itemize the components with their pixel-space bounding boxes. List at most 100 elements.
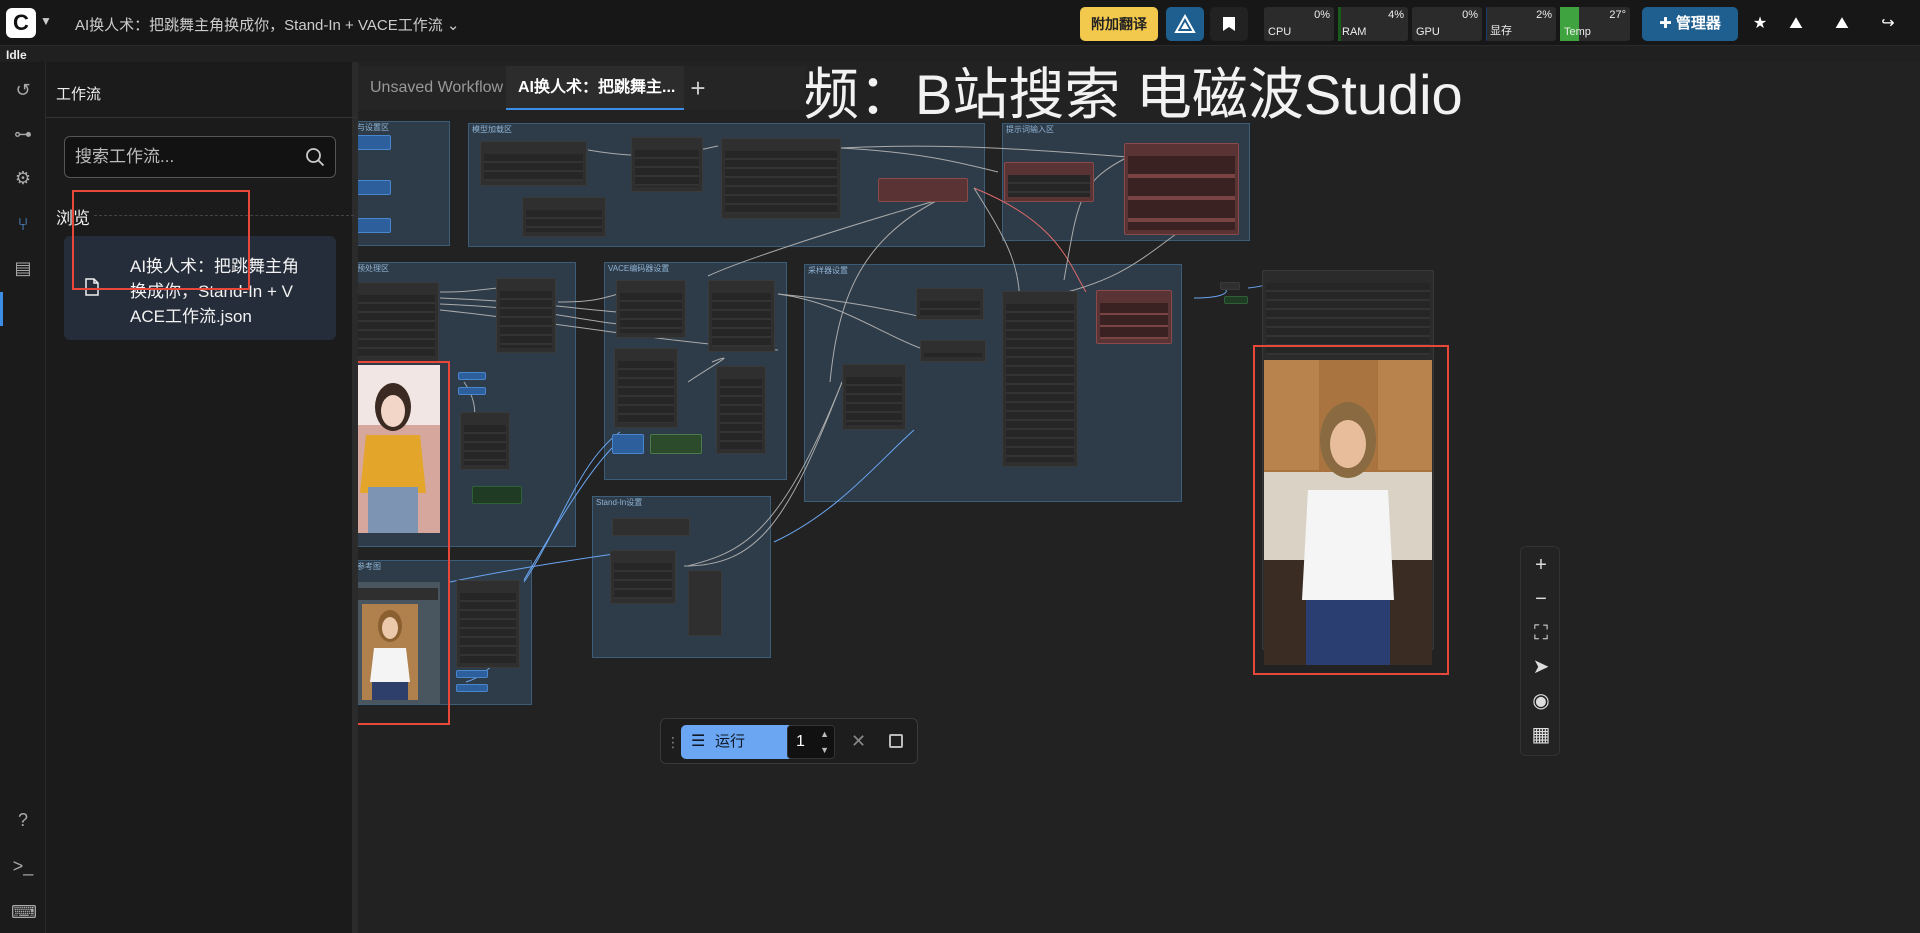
- ram-meter: RAM 4%: [1338, 7, 1408, 41]
- dance-video-preview-image: [358, 365, 440, 533]
- bookmark-icon: [1223, 17, 1235, 31]
- decrement-icon[interactable]: ▼: [820, 745, 829, 755]
- cpu-meter: CPU 0%: [1264, 7, 1334, 41]
- node-model-loader[interactable]: [631, 137, 703, 192]
- star-icon[interactable]: ★: [1744, 7, 1776, 41]
- zoom-out-icon[interactable]: −: [1521, 581, 1561, 617]
- workflow-item-label: AI换人术：把跳舞主角换成你，Stand-In + VACE工作流.json: [130, 257, 300, 326]
- node-int[interactable]: [458, 372, 486, 380]
- workflow-list-item[interactable]: AI换人术：把跳舞主角换成你，Stand-In + VACE工作流.json: [64, 236, 336, 340]
- node-sampler-input[interactable]: [916, 288, 984, 320]
- node-library-icon[interactable]: ⚙: [11, 166, 35, 190]
- drag-handle-icon[interactable]: ⋮⋮: [666, 732, 694, 752]
- active-tab-indicator: [0, 292, 3, 326]
- workflows-icon[interactable]: ⑂: [11, 212, 35, 236]
- node-model-loader-muted[interactable]: [878, 178, 968, 202]
- node-vae-decode-muted[interactable]: [1096, 290, 1172, 344]
- gpu-meter: GPU 0%: [1412, 7, 1482, 41]
- node-video-process[interactable]: [496, 278, 556, 353]
- zoom-in-icon[interactable]: +: [1521, 547, 1561, 583]
- node-vace-encode[interactable]: [616, 280, 686, 338]
- node-standin[interactable]: [688, 570, 722, 636]
- node-vace-encode[interactable]: [614, 348, 678, 428]
- node-int[interactable]: [612, 434, 644, 454]
- increment-icon[interactable]: ▲: [820, 729, 829, 739]
- minimap-icon[interactable]: ▦: [1521, 717, 1561, 753]
- comfyui-logo-icon[interactable]: C: [6, 8, 36, 38]
- node-preview[interactable]: [472, 486, 522, 504]
- logo-menu-chevron-icon[interactable]: ▼: [40, 14, 52, 28]
- node-reroute[interactable]: [1220, 282, 1240, 290]
- node-ksampler[interactable]: [1002, 291, 1078, 467]
- run-queue-icon: ☰: [691, 733, 706, 750]
- reference-portrait-image: [358, 582, 440, 704]
- manager-button[interactable]: ✚ 管理器: [1642, 7, 1738, 41]
- node-sampler-input[interactable]: [842, 364, 906, 430]
- top-bar: C ▼ AI换人术：把跳舞主角换成你，Stand-In + VACE工作流 ⌄ …: [0, 0, 1920, 46]
- node-load-settings[interactable]: [358, 135, 391, 150]
- node-pose-preprocess[interactable]: [460, 412, 510, 470]
- queue-status: Idle: [6, 48, 27, 62]
- node-vace-encode[interactable]: [716, 366, 766, 454]
- sidebar-title: 工作流: [56, 86, 102, 103]
- toggle-links-icon[interactable]: ◉: [1521, 683, 1561, 719]
- temp-meter: Temp 27°: [1560, 7, 1630, 41]
- workflow-search[interactable]: [64, 136, 336, 178]
- mountain-alt-icon[interactable]: ⛰: [1826, 7, 1858, 41]
- node-preview[interactable]: [650, 434, 702, 454]
- divider: [46, 117, 358, 118]
- keyboard-icon[interactable]: ⌨: [11, 900, 37, 924]
- node-prompt-text[interactable]: [1004, 162, 1094, 202]
- queue-icon[interactable]: ⊶: [11, 122, 35, 146]
- left-icon-rail: ↺ ⊶ ⚙ ⑂ ▤ ? >_ ⌨: [0, 62, 46, 933]
- bookmark-button[interactable]: [1210, 7, 1248, 41]
- node-reroute[interactable]: [1224, 296, 1248, 304]
- node-model-loader[interactable]: [522, 197, 606, 237]
- share-icon[interactable]: ↪: [1872, 7, 1904, 41]
- tab-current-workflow[interactable]: AI换人术：把跳舞主...: [506, 66, 684, 110]
- tab-unsaved-workflow[interactable]: Unsaved Workflow: [358, 66, 506, 110]
- file-icon: [85, 278, 99, 296]
- node-ref-image-process[interactable]: [456, 580, 520, 668]
- search-input[interactable]: [75, 145, 295, 169]
- workflow-tabs: Unsaved Workflow AI换人术：把跳舞主... +: [358, 66, 806, 110]
- history-icon[interactable]: ↺: [11, 78, 35, 102]
- node-int[interactable]: [456, 670, 488, 678]
- node-load-settings[interactable]: [358, 180, 391, 195]
- reference-woman-photo: [358, 582, 440, 704]
- mountain-icon: [1174, 13, 1196, 33]
- output-woman-photo: [1264, 360, 1432, 665]
- divider: [94, 215, 354, 216]
- node-standin[interactable]: [612, 518, 690, 536]
- node-video-load[interactable]: [358, 282, 439, 362]
- cancel-run-icon[interactable]: ✕: [851, 731, 866, 752]
- translate-button[interactable]: 附加翻译: [1080, 7, 1158, 41]
- node-sampler-input[interactable]: [920, 340, 986, 362]
- browse-section-label: 浏览: [56, 209, 90, 228]
- node-prompt-text[interactable]: [1124, 143, 1239, 235]
- node-int[interactable]: [456, 684, 488, 692]
- dancer-photo: [358, 365, 440, 533]
- node-int[interactable]: [458, 387, 486, 395]
- node-model-loader[interactable]: [480, 141, 587, 186]
- mountain-icon[interactable]: ⛰: [1780, 7, 1812, 41]
- workflow-title[interactable]: AI换人术：把跳舞主角换成你，Stand-In + VACE工作流 ⌄: [75, 14, 459, 35]
- puzzle-icon: ✚: [1659, 15, 1672, 32]
- node-standin[interactable]: [610, 550, 676, 604]
- run-toolbar: ⋮⋮ ☰ 运行 ⌄ 1 ▲ ▼ ✕: [660, 718, 918, 764]
- help-icon[interactable]: ?: [11, 808, 35, 832]
- batch-count-input[interactable]: 1 ▲ ▼: [787, 725, 835, 759]
- select-mode-icon[interactable]: ➤: [1521, 649, 1561, 685]
- add-tab-button[interactable]: +: [680, 70, 716, 106]
- node-model-loader[interactable]: [721, 138, 841, 219]
- search-icon[interactable]: [305, 147, 325, 167]
- node-vace-encode[interactable]: [708, 280, 775, 352]
- fit-view-icon[interactable]: ⛶: [1521, 615, 1561, 651]
- stop-queue-icon[interactable]: [889, 734, 903, 748]
- templates-icon[interactable]: ▤: [11, 256, 35, 280]
- graph-canvas[interactable]: 频：B站搜索 电磁波Studio Unsaved Workflow AI换人术：…: [358, 62, 1920, 933]
- node-load-settings[interactable]: [358, 218, 391, 233]
- run-button[interactable]: ☰ 运行: [681, 725, 789, 759]
- logo-mark-button[interactable]: [1166, 7, 1204, 41]
- terminal-icon[interactable]: >_: [11, 854, 35, 878]
